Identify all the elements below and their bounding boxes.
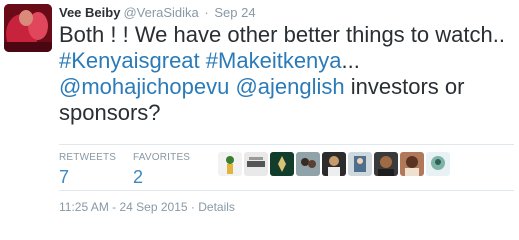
stats-divider-bottom [59, 190, 514, 191]
retweets-label: RETWEETS [59, 152, 117, 163]
mention-link[interactable]: @ajenglish [235, 74, 344, 99]
favoriter-avatar[interactable] [218, 152, 242, 176]
favoriter-avatar[interactable] [400, 152, 424, 176]
author-handle[interactable]: @VeraSidika [123, 5, 198, 20]
tweet: Vee Beiby @VeraSidika · Sep 24 Both ! ! W… [0, 0, 519, 240]
mention-link[interactable]: @mohajichopevu [59, 74, 229, 99]
author-name[interactable]: Vee Beiby [59, 5, 120, 20]
tweet-header: Vee Beiby @VeraSidika · Sep 24 [59, 4, 256, 22]
favoriter-avatar[interactable] [322, 152, 346, 176]
favoriter-avatar[interactable] [426, 152, 450, 176]
details-link[interactable]: Details [198, 200, 235, 214]
favoriter-avatar[interactable] [296, 152, 320, 176]
favorites-label: FAVORITES [133, 152, 191, 163]
text-plain: ... [341, 48, 360, 73]
favoriter-avatar[interactable] [244, 152, 268, 176]
header-separator: · [204, 5, 209, 20]
favorites-count[interactable]: 2 [133, 166, 190, 188]
tweet-date[interactable]: Sep 24 [214, 5, 255, 20]
retweets-count[interactable]: 7 [59, 166, 116, 188]
profile-avatar[interactable] [4, 4, 52, 52]
favorites-stat[interactable]: FAVORITES 2 [133, 152, 190, 188]
favoriter-avatar[interactable] [348, 152, 372, 176]
tweet-timestamp[interactable]: 11:25 AM - 24 Sep 2015 [59, 200, 188, 214]
tweet-text: Both ! ! We have other better things to … [59, 22, 514, 126]
text-plain: Both ! ! We have other better things to … [59, 22, 505, 47]
stats-divider-top [59, 144, 514, 145]
hashtag-link[interactable]: #Makeitkenya [206, 48, 342, 73]
hashtag-link[interactable]: #Kenyaisgreat [59, 48, 200, 73]
favoriter-avatars [218, 152, 452, 178]
retweets-stat[interactable]: RETWEETS 7 [59, 152, 116, 188]
footer-separator: · [190, 200, 195, 214]
favoriter-avatar[interactable] [374, 152, 398, 176]
tweet-footer: 11:25 AM - 24 Sep 2015 · Details [59, 200, 235, 214]
favoriter-avatar[interactable] [270, 152, 294, 176]
